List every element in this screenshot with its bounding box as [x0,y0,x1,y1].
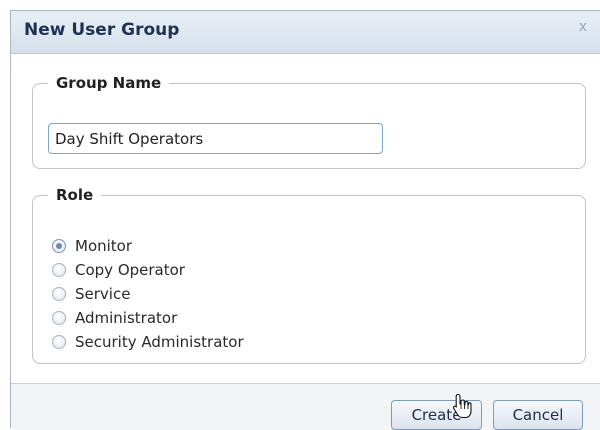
group-name-fieldset: Group Name [32,74,586,169]
role-option-label: Copy Operator [75,261,185,279]
role-option-monitor[interactable]: Monitor [52,234,132,258]
close-icon[interactable]: x [579,19,587,35]
role-option-label: Service [75,285,131,303]
role-option-label: Security Administrator [75,333,244,351]
new-user-group-dialog: New User Group x Group Name Role Monitor… [10,10,600,430]
role-legend: Role [56,186,94,204]
dialog-titlebar: New User Group x [11,11,600,54]
radio-unchecked-icon[interactable] [52,263,66,277]
radio-unchecked-icon[interactable] [52,287,66,301]
radio-unchecked-icon[interactable] [52,311,66,325]
group-name-input[interactable] [48,123,383,154]
role-option-service[interactable]: Service [52,282,130,306]
hand-pointer-icon [452,393,472,419]
role-option-label: Administrator [75,309,178,327]
role-option-label: Monitor [75,237,133,255]
dialog-footer: Create Cancel [11,383,600,430]
dialog-title: New User Group [24,20,180,40]
radio-unchecked-icon[interactable] [52,335,66,349]
cancel-button[interactable]: Cancel [493,400,583,430]
radio-checked-icon[interactable] [52,239,66,253]
role-option-copy-operator[interactable]: Copy Operator [52,258,185,282]
role-option-security-administrator[interactable]: Security Administrator [52,330,244,354]
role-fieldset: Role Monitor Copy Operator Service Admin… [32,186,586,364]
role-option-administrator[interactable]: Administrator [52,306,177,330]
group-name-legend: Group Name [56,74,162,92]
